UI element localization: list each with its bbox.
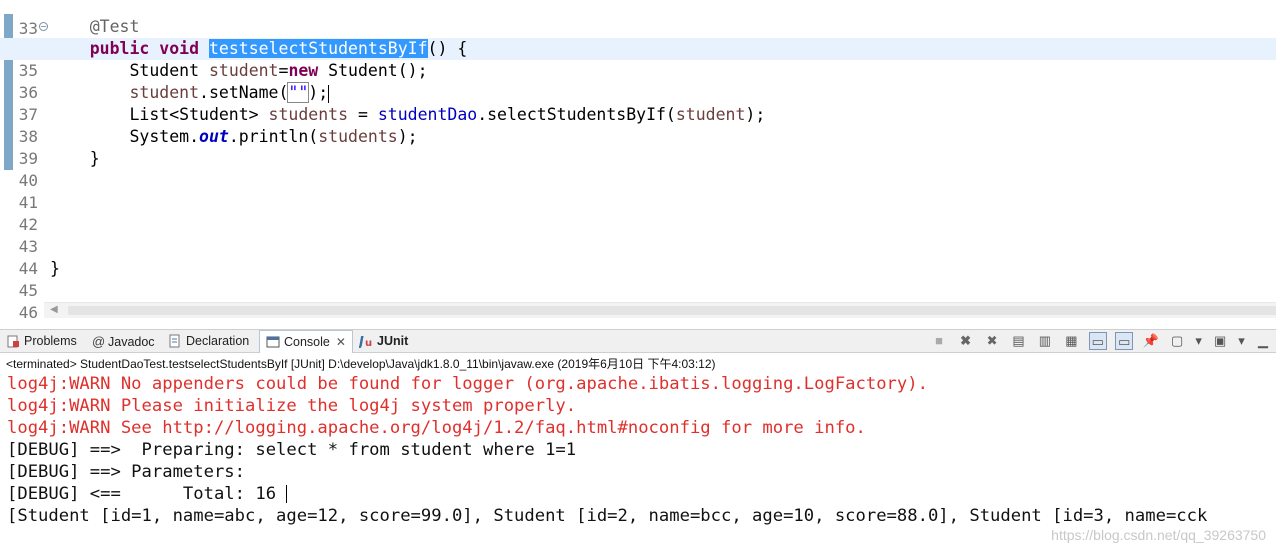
keyword-token: public void bbox=[89, 39, 200, 58]
code-token: = bbox=[348, 105, 378, 124]
console-line: [DEBUG] <== Total: 16 bbox=[7, 483, 288, 505]
console-line: log4j:WARN Please initialize the log4j s… bbox=[7, 396, 577, 416]
show-on-stdout-icon[interactable]: ▭ bbox=[1088, 332, 1107, 350]
chevron-down-icon[interactable]: ▾ bbox=[1238, 332, 1246, 350]
tab-label: JUnit bbox=[377, 334, 409, 348]
console-line: [DEBUG] ==> Parameters: bbox=[7, 462, 256, 482]
console-line: log4j:WARN No appenders could be found f… bbox=[7, 374, 928, 394]
code-line[interactable]: 37 student.setName(""); bbox=[0, 82, 1276, 124]
tab-label: Declaration bbox=[186, 334, 250, 348]
string-literal-token: "" bbox=[287, 82, 310, 103]
selected-method-name[interactable]: testselectStudentsByIf bbox=[208, 39, 428, 58]
terminate-icon[interactable]: ■ bbox=[930, 332, 948, 350]
problems-icon bbox=[6, 333, 20, 348]
junit-icon: Ju bbox=[356, 333, 373, 350]
local-variable-token: students bbox=[318, 127, 398, 146]
fold-toggle-icon[interactable]: − bbox=[39, 22, 48, 31]
tab-console[interactable]: Console ✕ bbox=[259, 330, 353, 353]
code-token: System. bbox=[50, 127, 200, 146]
field-token: studentDao bbox=[377, 105, 478, 124]
code-token: ); bbox=[397, 127, 418, 146]
code-line[interactable]: 43 bbox=[0, 214, 1276, 256]
code-text: } bbox=[50, 259, 60, 278]
code-text: Student student=new Student(); bbox=[50, 60, 428, 82]
code-line-current[interactable]: 35 public void testselectStudentsByIf() … bbox=[0, 38, 1276, 80]
annotation-text: @Test bbox=[50, 17, 140, 36]
declaration-icon bbox=[168, 333, 182, 348]
code-text: System.out.println(students); bbox=[50, 126, 418, 148]
console-output[interactable]: log4j:WARN No appenders could be found f… bbox=[0, 373, 1276, 551]
chevron-down-icon[interactable]: ▾ bbox=[1195, 332, 1203, 350]
code-token: Student(); bbox=[318, 61, 428, 80]
code-line[interactable]: 40 } bbox=[0, 148, 1276, 190]
code-token: .selectStudentsByIf( bbox=[477, 105, 676, 124]
remove-all-terminated-icon[interactable]: ✖ bbox=[983, 332, 1001, 350]
open-console-icon[interactable]: ▣ bbox=[1211, 332, 1229, 350]
code-line[interactable]: 42 bbox=[0, 192, 1276, 234]
code-text: public void testselectStudentsByIf() { bbox=[50, 38, 467, 60]
code-line[interactable]: 36 Student student=new Student(); bbox=[0, 60, 1276, 102]
code-line[interactable]: 39 System.out.println(students); bbox=[0, 126, 1276, 168]
code-token: = bbox=[278, 61, 289, 80]
code-token: ); bbox=[745, 105, 766, 124]
code-line[interactable]: 34 − @Test bbox=[0, 16, 1276, 58]
tab-label: Javadoc bbox=[108, 335, 155, 349]
code-token: () { bbox=[427, 39, 468, 58]
code-token: .println( bbox=[228, 127, 319, 146]
views-tab-bar: Problems @ Javadoc Declaration Console ✕ J… bbox=[0, 329, 1276, 353]
code-text: } bbox=[50, 149, 100, 168]
tab-problems[interactable]: Problems bbox=[6, 330, 77, 353]
tab-label: Console bbox=[284, 335, 330, 349]
tab-junit[interactable]: Ju JUnit bbox=[356, 330, 409, 353]
code-line[interactable]: 46 bbox=[0, 280, 1276, 318]
clear-console-icon[interactable]: ▤ bbox=[1009, 332, 1027, 350]
code-text: student.setName(""); bbox=[50, 82, 330, 104]
tab-declaration[interactable]: Declaration bbox=[168, 330, 249, 353]
word-wrap-icon[interactable]: ▦ bbox=[1062, 332, 1080, 350]
console-toolbar: ■ ✖ ✖ ▤ ▥ ▦ ▭ ▭ 📌 ▢ ▾ ▣ ▾ ▁ bbox=[926, 332, 1272, 352]
console-line: [DEBUG] ==> Preparing: select * from stu… bbox=[7, 440, 577, 460]
local-variable-token: students bbox=[268, 105, 349, 124]
code-line[interactable]: 38 List<Student> students = studentDao.s… bbox=[0, 104, 1276, 146]
at-sign-icon: @ bbox=[92, 334, 106, 349]
local-variable-token: student bbox=[675, 105, 746, 124]
remove-launch-icon[interactable]: ✖ bbox=[957, 332, 975, 350]
show-on-stderr-icon[interactable]: ▭ bbox=[1115, 332, 1134, 350]
local-variable-token: student bbox=[208, 61, 279, 80]
console-launch-description: <terminated> StudentDaoTest.testselectSt… bbox=[0, 354, 1276, 374]
scroll-left-icon[interactable]: ◀ bbox=[50, 304, 58, 315]
console-line: log4j:WARN See http://logging.apache.org… bbox=[7, 418, 866, 438]
watermark: https://blog.csdn.net/qq_39263750 bbox=[1051, 527, 1266, 543]
keyword-token: new bbox=[288, 61, 319, 80]
line-number: 46 bbox=[18, 303, 38, 318]
text-cursor bbox=[286, 485, 288, 503]
code-token: ); bbox=[308, 83, 329, 102]
tab-label: Problems bbox=[24, 334, 77, 348]
horizontal-scrollbar[interactable]: ◀ bbox=[44, 302, 1276, 318]
minimize-icon[interactable]: ▁ bbox=[1254, 332, 1272, 350]
static-field-token: out bbox=[199, 127, 229, 146]
tab-javadoc[interactable]: @ Javadoc bbox=[92, 330, 155, 353]
code-token: .setName( bbox=[199, 83, 289, 102]
console-line: [Student [id=1, name=abc, age=12, score=… bbox=[7, 506, 1208, 526]
pin-console-icon[interactable]: 📌 bbox=[1142, 332, 1160, 350]
display-console-icon[interactable]: ▢ bbox=[1168, 332, 1186, 350]
code-text: List<Student> students = studentDao.sele… bbox=[50, 104, 765, 126]
console-text: [DEBUG] <== Total: 16 bbox=[7, 484, 287, 504]
code-line[interactable]: 41 bbox=[0, 170, 1276, 212]
code-line[interactable]: 45 } bbox=[0, 258, 1276, 300]
svg-text:u: u bbox=[365, 338, 372, 348]
code-token: List<Student> bbox=[50, 105, 269, 124]
text-cursor bbox=[328, 84, 330, 103]
svg-text:J: J bbox=[359, 335, 364, 348]
close-icon[interactable]: ✕ bbox=[336, 335, 346, 349]
scrollbar-thumb[interactable] bbox=[68, 306, 1276, 315]
console-icon bbox=[266, 334, 280, 348]
scroll-lock-icon[interactable]: ▥ bbox=[1036, 332, 1054, 350]
local-variable-token: student bbox=[50, 83, 200, 102]
code-token: Student bbox=[50, 61, 209, 80]
code-editor[interactable]: 33 34 − @Test 35 public void testselectS… bbox=[0, 0, 1276, 318]
code-line[interactable]: 44 bbox=[0, 236, 1276, 278]
